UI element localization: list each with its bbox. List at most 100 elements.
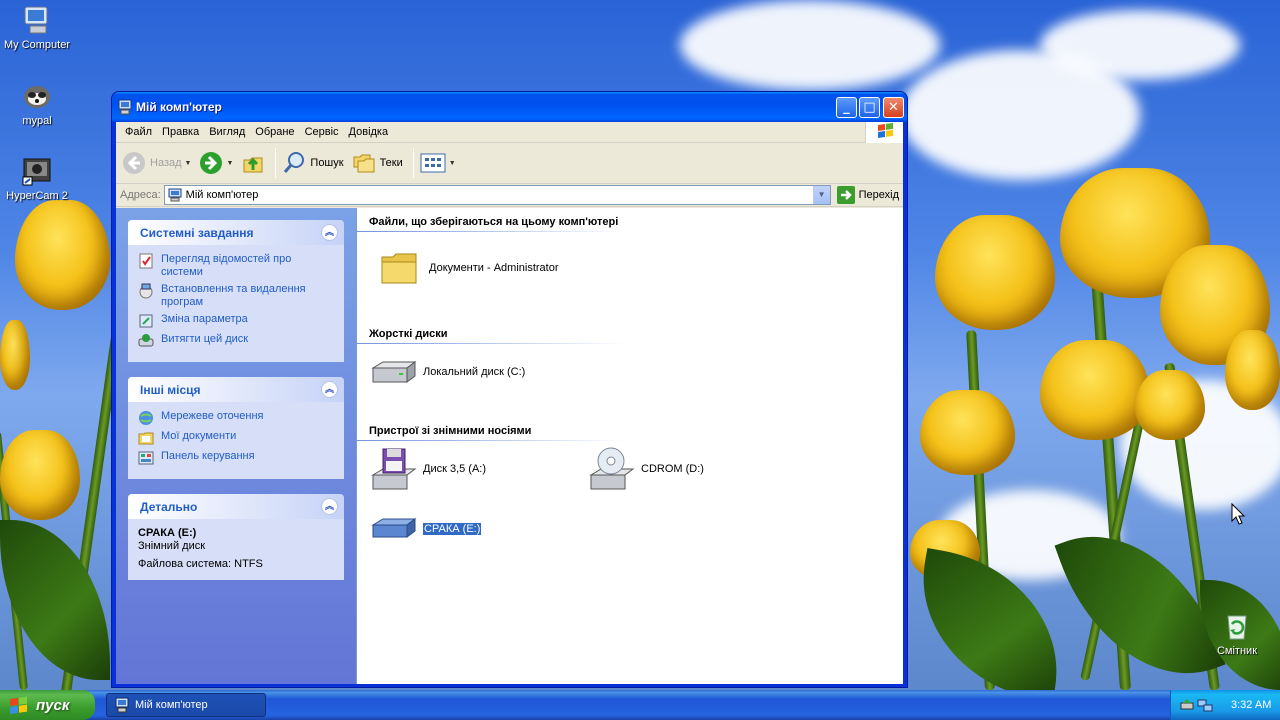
task-view-system-info[interactable]: Перегляд відомостей про системи <box>138 253 334 279</box>
close-icon: ✕ <box>888 100 899 115</box>
item-cdrom-d[interactable]: CDROM (D:) <box>587 445 704 493</box>
collapse-chevron-icon[interactable]: ︽ <box>321 224 338 241</box>
add-remove-programs-icon <box>139 283 153 299</box>
removable-disk-icon <box>369 505 417 553</box>
hypercam-icon <box>21 155 53 187</box>
desktop-icon-label: Смітник <box>1216 645 1258 657</box>
item-label: Локальний диск (C:) <box>423 366 526 378</box>
my-computer-icon <box>118 99 132 118</box>
item-documents[interactable]: Документи - Administrator <box>375 244 559 292</box>
minimize-icon: _ <box>843 100 850 115</box>
chevron-down-icon: ▼ <box>448 159 456 167</box>
chevron-down-icon[interactable]: ▼ <box>226 160 233 167</box>
back-button[interactable]: Назад ▼ <box>122 151 191 175</box>
menu-bar: Файл Правка Вигляд Обране Сервіс Довідка <box>116 122 903 143</box>
panel-title: Детально <box>140 499 198 514</box>
start-button[interactable]: пуск <box>0 690 95 720</box>
control-panel-icon <box>138 451 154 465</box>
place-network[interactable]: Мережеве оточення <box>138 410 334 426</box>
details-type: Знімний диск <box>138 540 206 552</box>
address-value: Мій комп'ютер <box>185 189 259 201</box>
task-change-setting[interactable]: Зміна параметра <box>138 313 334 329</box>
other-places-header[interactable]: Інші місця ︽ <box>128 377 344 402</box>
views-icon <box>420 153 446 173</box>
windows-logo <box>865 122 903 143</box>
menu-edit[interactable]: Правка <box>157 126 204 138</box>
eject-disk-icon <box>138 334 154 347</box>
go-label: Перехід <box>858 189 899 201</box>
up-folder-button[interactable] <box>241 151 265 175</box>
menu-view[interactable]: Вигляд <box>204 126 250 138</box>
taskbar-item-my-computer[interactable]: Мій комп'ютер <box>106 693 266 717</box>
group-header-hard-drives: Жорсткі диски <box>369 328 448 340</box>
search-button[interactable]: Пошук <box>282 151 344 175</box>
start-label: пуск <box>36 696 70 714</box>
details-panel: Детально ︽ СРАКА (E:) Знімний диск Файло… <box>128 494 344 580</box>
taskbar: пуск Мій комп'ютер 3:32 AM <box>0 690 1280 720</box>
desktop-icon-label: mypal <box>22 115 52 127</box>
hard-drive-icon <box>369 348 417 396</box>
details-header[interactable]: Детально ︽ <box>128 494 344 519</box>
back-arrow-icon <box>123 152 145 174</box>
task-eject-disk[interactable]: Витягти цей диск <box>138 333 334 349</box>
explorer-window: Мій комп'ютер _ □ ✕ Файл Правка Вигляд О… <box>111 91 908 688</box>
item-removable-e[interactable]: СРАКА (E:) <box>369 505 483 553</box>
window-titlebar[interactable]: Мій комп'ютер _ □ ✕ <box>112 92 907 122</box>
system-info-icon <box>139 253 153 269</box>
folders-button[interactable]: Теки <box>352 151 403 175</box>
window-body: Файл Правка Вигляд Обране Сервіс Довідка… <box>116 122 903 684</box>
clock[interactable]: 3:32 AM <box>1231 699 1271 711</box>
place-my-documents[interactable]: Мої документи <box>138 430 334 446</box>
toolbar-separator <box>275 148 277 178</box>
item-local-disk-c[interactable]: Локальний диск (C:) <box>369 348 525 396</box>
my-computer-icon <box>21 4 53 36</box>
task-add-remove-programs[interactable]: Встановлення та видалення програм <box>138 283 334 309</box>
menu-help[interactable]: Довідка <box>344 126 394 138</box>
go-button[interactable]: Перехід <box>836 186 899 204</box>
forward-arrow-icon <box>200 152 223 174</box>
minimize-button[interactable]: _ <box>836 97 857 118</box>
toolbar: Назад ▼ ▼ Пошук Теки ▼ <box>116 143 903 184</box>
desktop-icon-mypal[interactable]: mypal <box>0 80 74 127</box>
views-button[interactable]: ▼ <box>420 153 456 173</box>
desktop-icon-recycle-bin[interactable]: Смітник <box>1200 610 1274 657</box>
close-button[interactable]: ✕ <box>883 97 904 118</box>
safely-remove-hardware-icon[interactable] <box>1179 697 1195 713</box>
desktop-icon-label: My Computer <box>3 39 71 51</box>
system-tasks-panel: Системні завдання ︽ Перегляд відомостей … <box>128 220 344 362</box>
network-places-icon <box>139 411 153 425</box>
maximize-icon: □ <box>863 100 876 115</box>
go-arrow-icon <box>836 186 855 204</box>
address-dropdown[interactable]: ▼ <box>812 186 830 204</box>
chevron-down-icon[interactable]: ▼ <box>185 160 192 167</box>
search-label: Пошук <box>310 157 344 169</box>
network-tray-icon[interactable] <box>1197 697 1213 713</box>
menu-file[interactable]: Файл <box>120 126 157 138</box>
system-tray: 3:32 AM <box>1170 690 1280 720</box>
window-title: Мій комп'ютер <box>136 100 222 114</box>
desktop-icon-hypercam[interactable]: HyperCam 2 <box>0 155 74 202</box>
control-panel-icon <box>139 314 153 328</box>
group-header-stored-files: Файли, що зберігаються на цьому комп'юте… <box>369 216 619 228</box>
task-pane: Системні завдання ︽ Перегляд відомостей … <box>116 208 356 684</box>
menu-favorites[interactable]: Обране <box>250 126 299 138</box>
address-label: Адреса: <box>120 189 161 201</box>
system-tasks-header[interactable]: Системні завдання ︽ <box>128 220 344 245</box>
collapse-chevron-icon[interactable]: ︽ <box>321 498 338 515</box>
desktop-icon-my-computer[interactable]: My Computer <box>0 4 74 51</box>
place-control-panel[interactable]: Панель керування <box>138 450 334 466</box>
file-view: Файли, що зберігаються на цьому комп'юте… <box>356 208 903 684</box>
forward-button[interactable]: ▼ <box>199 151 233 175</box>
menu-tools[interactable]: Сервіс <box>300 126 344 138</box>
details-filesystem: Файлова система: NTFS <box>138 558 263 570</box>
floppy-drive-icon <box>369 445 417 493</box>
details-name: СРАКА (E:) <box>138 527 197 539</box>
maximize-button[interactable]: □ <box>859 97 880 118</box>
collapse-chevron-icon[interactable]: ︽ <box>321 381 338 398</box>
task-label: Мій комп'ютер <box>135 699 208 711</box>
item-label: Диск 3,5 (A:) <box>423 463 487 475</box>
address-input[interactable]: Мій комп'ютер ▼ <box>163 185 831 205</box>
address-bar: Адреса: Мій комп'ютер ▼ Перехід <box>116 184 903 207</box>
folders-label: Теки <box>379 157 403 169</box>
item-floppy-a[interactable]: Диск 3,5 (A:) <box>369 445 486 493</box>
